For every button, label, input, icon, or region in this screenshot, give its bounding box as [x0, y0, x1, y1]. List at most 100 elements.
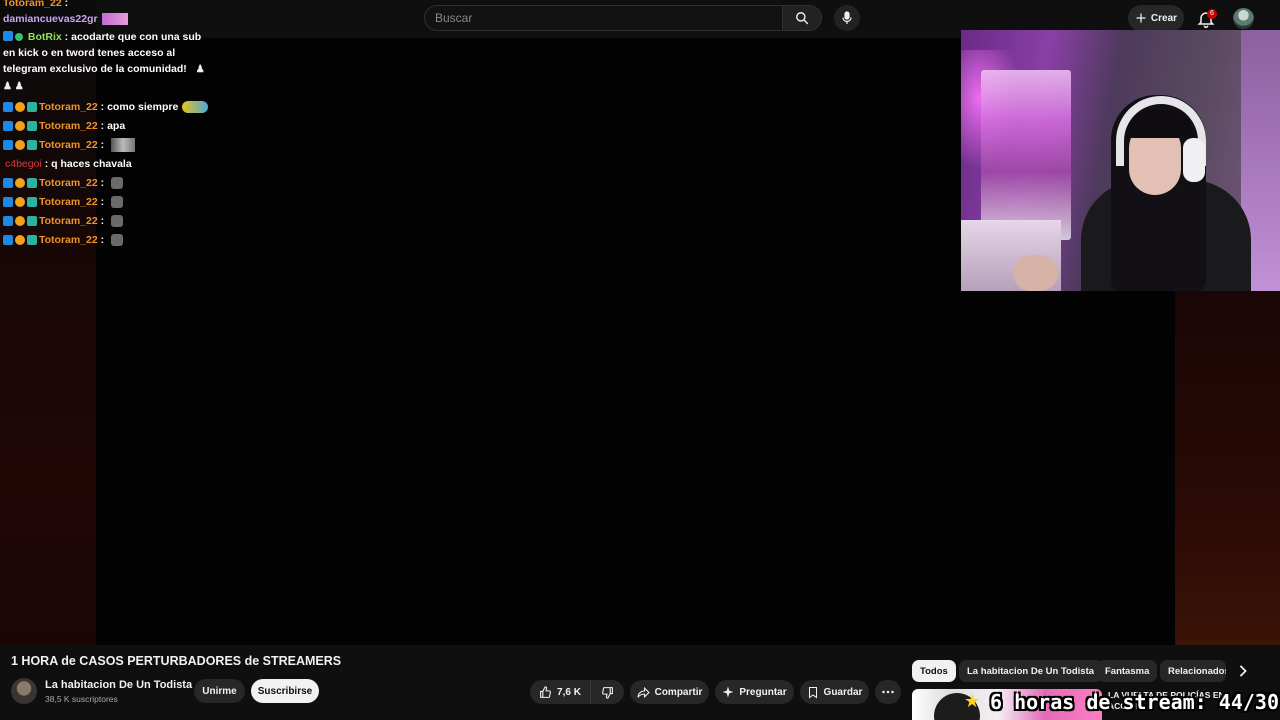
sub-badge-icon — [15, 215, 25, 226]
share-button[interactable]: Compartir — [630, 680, 709, 704]
sub-badge-icon — [15, 234, 25, 245]
channel-avatar[interactable] — [11, 678, 37, 704]
chat-username: Totoram_22 — [39, 195, 98, 208]
chat-message: Totoram_22 : — [0, 230, 217, 249]
webcam-overlay — [961, 30, 1280, 291]
chat-username: Totoram_22 — [39, 233, 98, 246]
chat-message: Totoram_22 : — [0, 211, 217, 230]
subscriber-count: 38,5 K suscriptores — [45, 694, 118, 704]
thumbs-up-icon — [540, 685, 551, 698]
chat-message: Totoram_22 : como siempre — [0, 97, 217, 116]
ask-button[interactable]: Preguntar — [715, 680, 794, 704]
chat-text: q haces chavala — [51, 157, 132, 170]
more-actions-button[interactable] — [875, 680, 901, 704]
kick-badge-icon — [3, 215, 13, 226]
save-label: Guardar — [823, 686, 863, 698]
sub-badge-icon — [15, 101, 25, 112]
user-avatar[interactable] — [1233, 8, 1254, 29]
sparkle-icon — [722, 686, 734, 698]
like-count: 7,6 K — [557, 686, 581, 698]
chat-username: Totoram_22 — [39, 176, 98, 189]
chat-message: c4begoi : q haces chavala — [5, 157, 132, 170]
chat-username: Totoram_22 — [39, 119, 98, 132]
save-button[interactable]: Guardar — [800, 680, 869, 704]
bookmark-icon — [808, 686, 817, 698]
kick-badge-icon — [3, 120, 13, 131]
more-horizontal-icon — [882, 690, 894, 694]
emote — [111, 137, 136, 152]
emote — [111, 176, 124, 189]
chat-separator: : — [61, 0, 69, 9]
kick-badge-icon — [3, 139, 13, 150]
like-button[interactable]: 7,6 K — [530, 680, 590, 704]
chip-related[interactable]: Relacionados — [1160, 660, 1226, 682]
search-box[interactable] — [424, 5, 782, 31]
chat-text: como siempre — [107, 100, 179, 113]
chat-message: BotRix : acodarte que con una sub en kic… — [3, 31, 205, 92]
chat-overlay: Totoram_22 : damiancuevas22gr BotRix : a… — [0, 0, 217, 246]
chevron-right-icon — [1239, 665, 1247, 677]
emote — [101, 12, 128, 25]
verified-badge-icon — [15, 33, 23, 41]
kick-badge-icon — [3, 177, 13, 188]
platform-badge-icon — [27, 101, 37, 112]
chat-username: c4begoi — [5, 157, 42, 170]
kick-badge-icon — [3, 31, 13, 41]
emote — [111, 195, 124, 208]
chat-message: Totoram_22 : apa — [0, 116, 217, 135]
plus-icon — [1136, 13, 1146, 23]
platform-badge-icon — [27, 234, 37, 245]
platform-badge-icon — [27, 177, 37, 188]
sub-badge-icon — [15, 177, 25, 188]
chip-fantasma[interactable]: Fantasma — [1097, 660, 1158, 682]
kick-badge-icon — [3, 234, 13, 245]
star-icon: ★ — [964, 691, 981, 711]
sub-badge-icon — [15, 120, 25, 131]
chat-message: damiancuevas22gr — [0, 9, 217, 28]
kick-badge-icon — [3, 196, 13, 207]
search-input[interactable] — [425, 6, 782, 30]
emote — [182, 100, 209, 113]
search-icon — [796, 12, 809, 25]
subscribe-label: Suscribirse — [257, 685, 313, 697]
emote — [111, 233, 124, 246]
chat-username: Totoram_22 — [39, 100, 98, 113]
notification-badge: 6 — [1207, 9, 1217, 19]
emote — [111, 214, 124, 227]
share-icon — [637, 686, 650, 698]
subscribe-button[interactable]: Suscribirse — [251, 679, 319, 703]
chat-username: Totoram_22 — [39, 138, 98, 151]
platform-badge-icon — [27, 196, 37, 207]
platform-badge-icon — [27, 139, 37, 150]
sub-badge-icon — [15, 139, 25, 150]
sub-badge-icon — [15, 196, 25, 207]
chat-text: apa — [107, 119, 126, 132]
platform-badge-icon — [27, 215, 37, 226]
chat-message: Totoram_22 : — [0, 135, 217, 154]
create-button[interactable]: Crear — [1128, 5, 1184, 31]
join-button[interactable]: Unirme — [194, 679, 245, 703]
chat-username: Totoram_22 — [39, 214, 98, 227]
chip-channel[interactable]: La habitacion De Un Todista — [959, 660, 1103, 682]
channel-name[interactable]: La habitacion De Un Todista — [45, 679, 192, 691]
chat-username: BotRix — [27, 31, 62, 43]
chip-all[interactable]: Todos — [912, 660, 956, 682]
chips-next-button[interactable] — [1234, 662, 1252, 680]
thumbs-down-icon — [602, 686, 613, 699]
share-label: Compartir — [654, 686, 703, 698]
microphone-icon — [842, 11, 852, 24]
voice-search-button[interactable] — [834, 5, 860, 31]
chat-username: Totoram_22 — [3, 0, 62, 9]
chat-message: Totoram_22 : — [0, 173, 217, 192]
ask-label: Preguntar — [739, 686, 787, 698]
stream-timer-overlay: 6 horas de stream: 44/30 — [990, 690, 1279, 714]
chat-username: damiancuevas22gr — [3, 12, 98, 25]
join-label: Unirme — [202, 685, 237, 697]
chat-message: Totoram_22 : — [0, 192, 217, 211]
search-button[interactable] — [782, 5, 822, 31]
streamer-hand — [1013, 255, 1058, 291]
video-title: 1 HORA de CASOS PERTURBADORES de STREAME… — [11, 654, 342, 668]
kick-badge-icon — [3, 101, 13, 112]
shelf — [981, 70, 1071, 240]
dislike-button[interactable] — [590, 680, 624, 704]
